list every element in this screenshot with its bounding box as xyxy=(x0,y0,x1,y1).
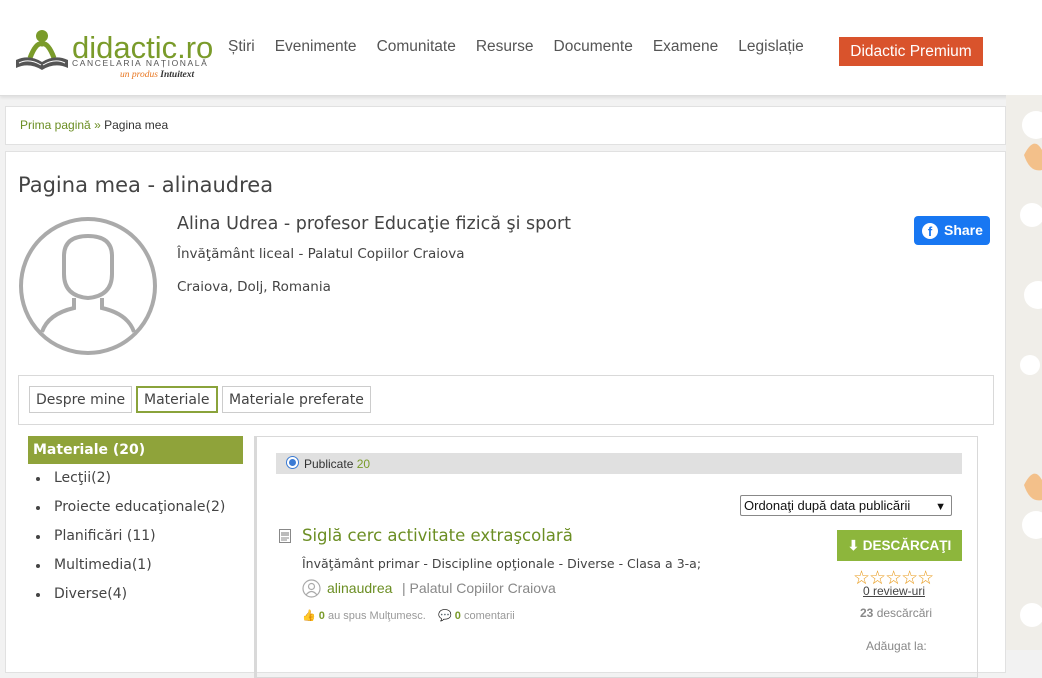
downloads-number: 23 xyxy=(860,606,874,620)
download-label: DESCĂRCAŢI xyxy=(862,538,952,553)
facebook-share-button[interactable]: f Share xyxy=(914,216,990,245)
comments-count: 0 xyxy=(454,610,461,622)
tab-materiale[interactable]: Materiale xyxy=(136,386,218,413)
profile-tabs: Despre mine Materiale Materiale preferat… xyxy=(18,375,994,425)
sort-select[interactable]: Ordonaţi după data publicării ▼ xyxy=(740,495,952,516)
logo-tag-prefix: un produs xyxy=(120,70,158,80)
breadcrumb-separator: » xyxy=(94,118,101,132)
site-logo[interactable]: didactic.ro CANCELARIA NAȚIONALĂ un prod… xyxy=(14,26,214,86)
nav-resurse[interactable]: Resurse xyxy=(476,38,534,56)
published-text: Publicate xyxy=(304,457,354,471)
logo-tagline: un produs Intuitext xyxy=(120,70,194,80)
thanks-count: 0 xyxy=(318,610,325,622)
sidebar-item-multimedia[interactable]: Multimedia(1) xyxy=(28,551,243,580)
author-link[interactable]: alinaudrea xyxy=(327,580,392,596)
sort-select-value: Ordonaţi după data publicării xyxy=(744,498,911,513)
comments-label: comentarii xyxy=(463,610,515,622)
author-organization: | Palatul Copiilor Craiova xyxy=(402,580,556,596)
material-description: Învăţământ primar - Discipline opţionale… xyxy=(302,556,702,571)
logo-book-icon xyxy=(16,30,68,70)
thanks-label: au spus Mulţumesc. xyxy=(327,610,426,622)
breadcrumb-home-link[interactable]: Prima pagină xyxy=(20,118,91,132)
reviews-link[interactable]: 0 review-uri xyxy=(863,584,925,598)
sidebar-item-diverse[interactable]: Diverse(4) xyxy=(28,580,243,609)
published-count: 20 xyxy=(356,457,371,471)
tab-despre-mine[interactable]: Despre mine xyxy=(29,386,133,413)
main-nav: Știri Evenimente Comunitate Resurse Docu… xyxy=(228,38,824,56)
tab-materiale-preferate[interactable]: Materiale preferate xyxy=(222,386,371,413)
nav-legislatie[interactable]: Legislație xyxy=(738,38,804,56)
profile-name: Alina Udrea - profesor Educaţie fizică ş… xyxy=(177,214,572,234)
profile-location: Craiova, Dolj, Romania xyxy=(177,279,331,295)
sidebar-item-proiecte[interactable]: Proiecte educaţionale(2) xyxy=(28,493,243,522)
downloads-label: descărcări xyxy=(876,606,933,620)
published-radio[interactable] xyxy=(286,456,299,469)
breadcrumb-bar: Prima pagină » Pagina mea xyxy=(5,106,1006,145)
chevron-down-icon: ▼ xyxy=(935,501,946,513)
avatar-icon xyxy=(19,217,157,355)
download-button[interactable]: ⬇ DESCĂRCAŢI xyxy=(837,530,962,561)
breadcrumb-current: Pagina mea xyxy=(104,118,169,132)
nav-examene[interactable]: Examene xyxy=(653,38,718,56)
thumbs-up-icon: 👍 xyxy=(302,610,316,622)
sidebar-item-lectii[interactable]: Lecţii(2) xyxy=(28,464,243,493)
published-label: Publicate 20 xyxy=(304,457,370,471)
profile-institution: Învăţământ liceal - Palatul Copiilor Cra… xyxy=(177,246,465,262)
leaf-decoration-icon xyxy=(1020,111,1042,627)
logo-tag-brand: Intuitext xyxy=(160,70,195,80)
nav-stiri[interactable]: Știri xyxy=(228,38,255,56)
sidebar-materiale-header[interactable]: Materiale (20) xyxy=(28,436,243,464)
published-filter-bar: Publicate 20 xyxy=(276,453,962,474)
material-title-link[interactable]: Siglă cerc activitate extraşcolară xyxy=(302,526,573,545)
nav-comunitate[interactable]: Comunitate xyxy=(377,38,456,56)
share-label: Share xyxy=(944,222,983,238)
site-header: didactic.ro CANCELARIA NAȚIONALĂ un prod… xyxy=(0,0,1042,96)
comment-icon: 💬 xyxy=(438,610,452,622)
downloads-count: 23 descărcări xyxy=(860,606,932,620)
nav-evenimente[interactable]: Evenimente xyxy=(275,38,357,56)
decorative-background xyxy=(1006,95,1042,650)
page-title: Pagina mea - alinaudrea xyxy=(18,173,274,197)
logo-subtitle: CANCELARIA NAȚIONALĂ xyxy=(72,58,209,68)
nav-documente[interactable]: Documente xyxy=(554,38,633,56)
facebook-icon: f xyxy=(922,223,938,239)
sidebar-category-list: Lecţii(2) Proiecte educaţionale(2) Plani… xyxy=(28,464,243,609)
document-icon xyxy=(279,529,291,543)
user-icon xyxy=(302,579,321,598)
sidebar-item-planificari[interactable]: Planificări (11) xyxy=(28,522,243,551)
download-icon: ⬇ xyxy=(847,538,860,553)
materials-content: Publicate 20 Ordonaţi după data publicăr… xyxy=(254,436,978,678)
material-stats: 👍 0 au spus Mulţumesc. 💬 0 comentarii xyxy=(302,609,515,622)
added-date-label: Adăugat la: xyxy=(866,639,927,653)
breadcrumb: Prima pagină » Pagina mea xyxy=(20,118,168,132)
premium-button[interactable]: Didactic Premium xyxy=(839,37,983,66)
main-panel: Pagina mea - alinaudrea Alina Udrea - pr… xyxy=(5,151,1006,678)
